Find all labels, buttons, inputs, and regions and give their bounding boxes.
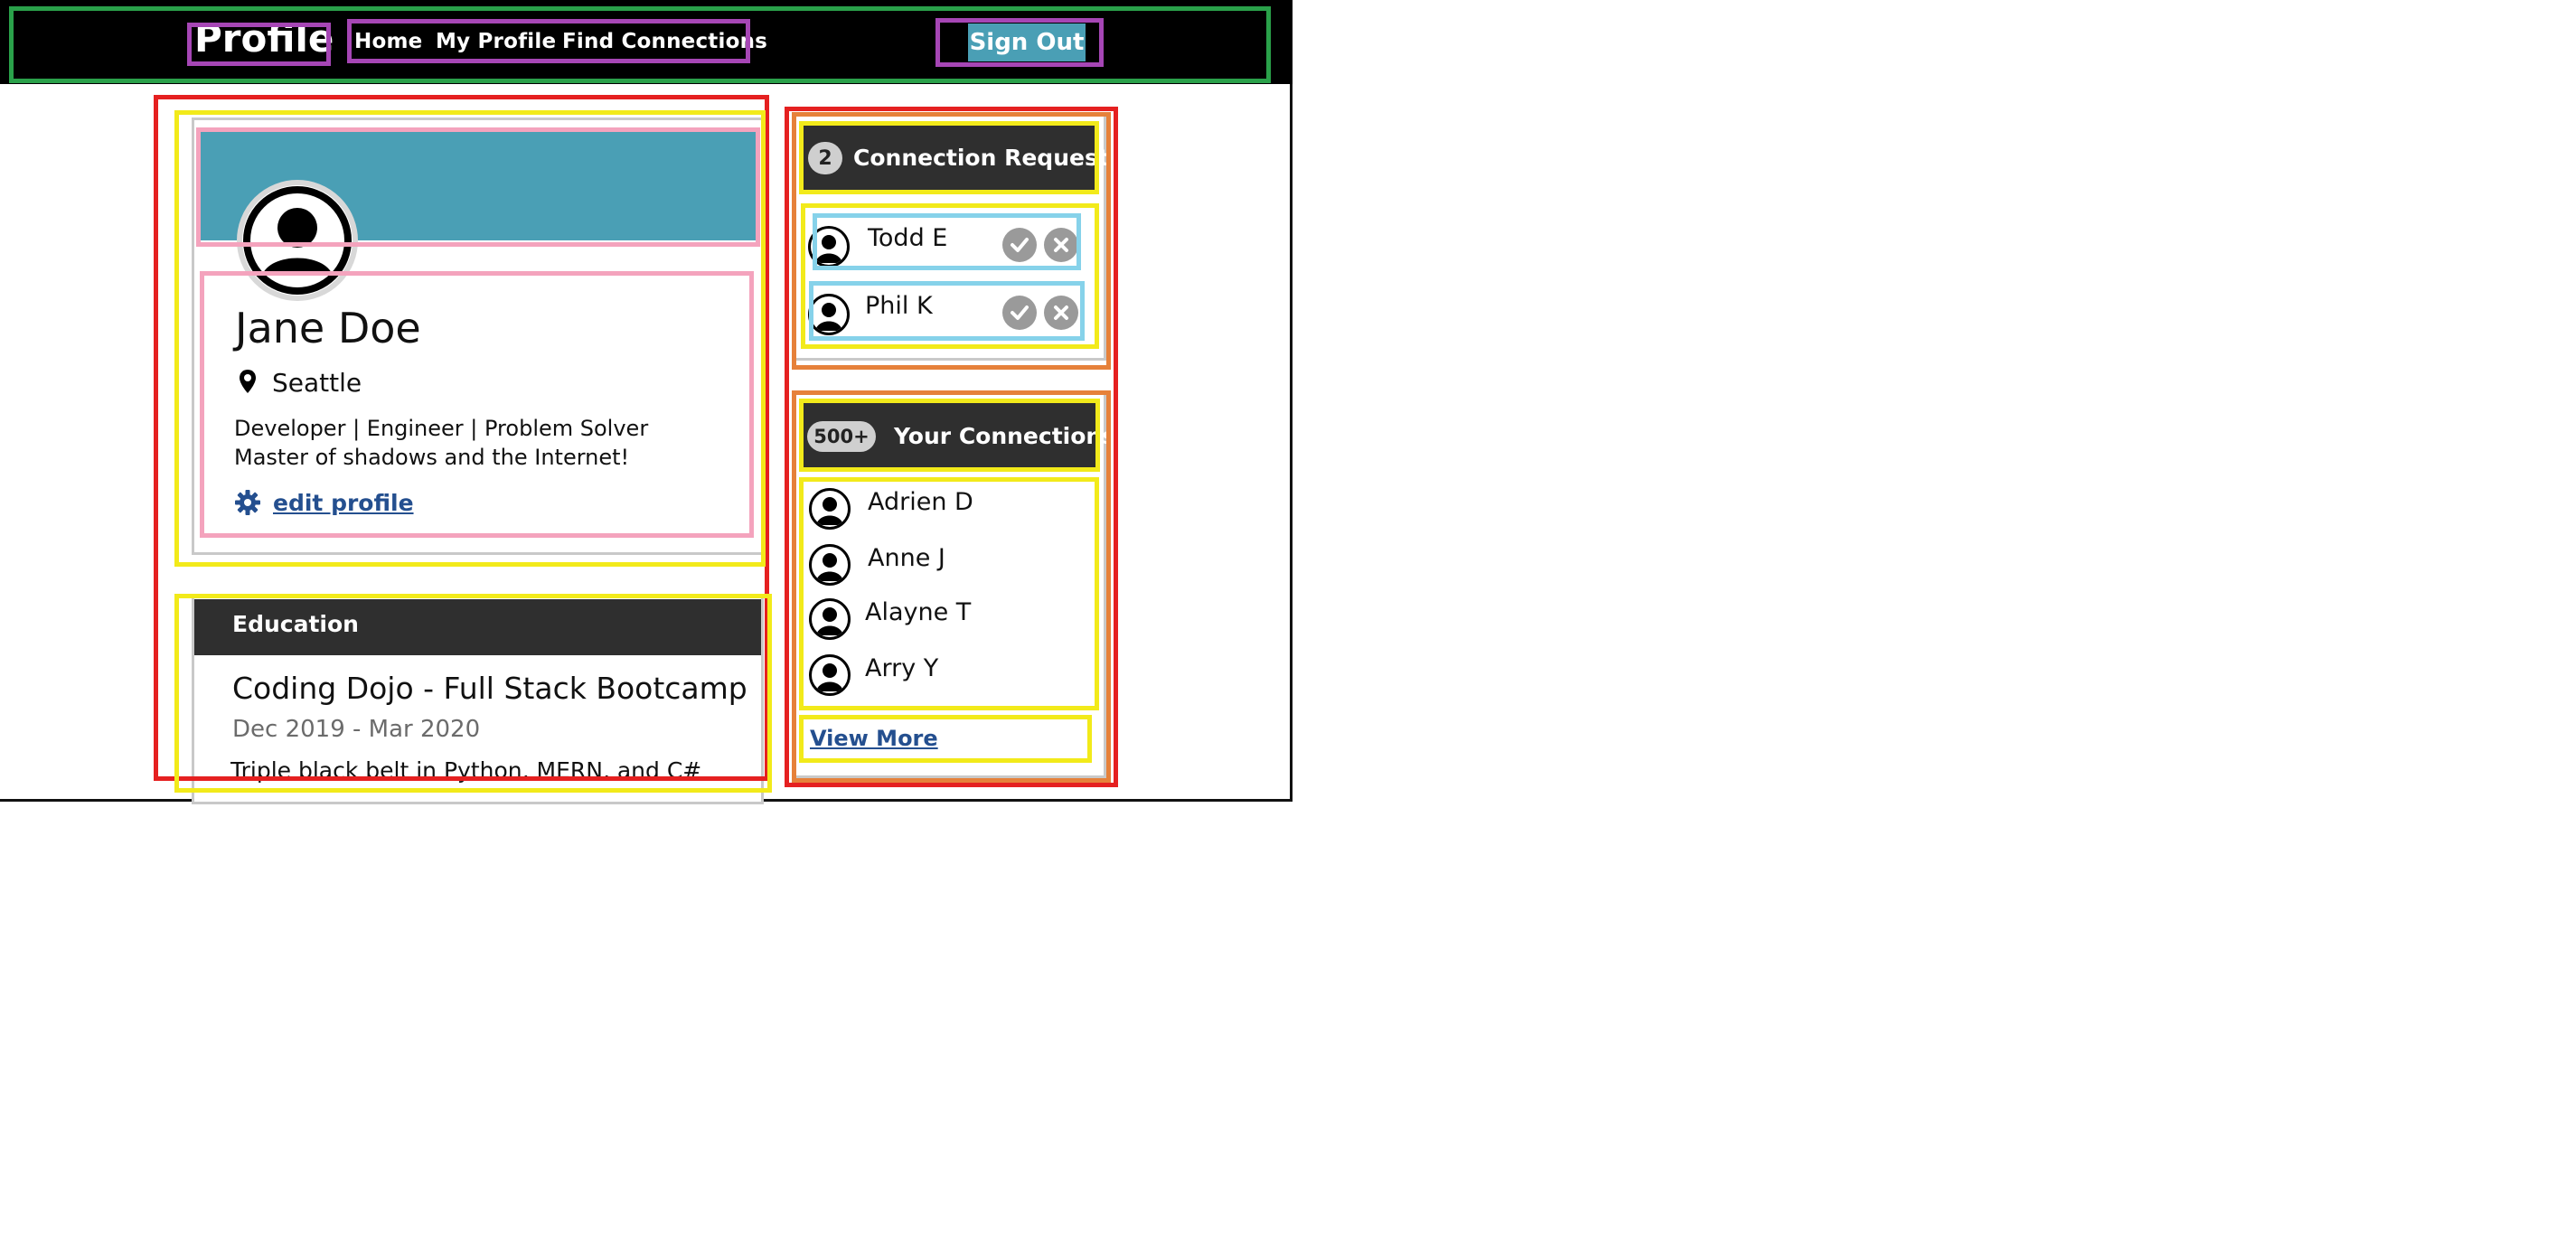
- profile-bio-line-2: Master of shadows and the Internet!: [234, 445, 630, 470]
- request-name: Todd E: [868, 224, 948, 252]
- connection-list-item[interactable]: Anne J: [809, 540, 1089, 594]
- connections-count-badge: 500+: [807, 421, 876, 452]
- profile-location: Seattle: [272, 368, 362, 398]
- connection-list-item[interactable]: Alayne T: [809, 594, 1089, 648]
- education-heading: Education: [232, 611, 359, 637]
- view-more-link[interactable]: View More: [810, 726, 938, 751]
- request-row: Phil K: [808, 287, 1081, 342]
- connection-name: Anne J: [868, 544, 945, 572]
- education-description: Triple black belt in Python, MERN, and C…: [230, 757, 702, 784]
- nav-home[interactable]: Home: [354, 30, 422, 53]
- request-name: Phil K: [865, 292, 933, 320]
- connection-requests-header: 2 Connection Requests: [799, 124, 1123, 192]
- wireframe-canvas: Profile Home My Profile Find Connections…: [0, 0, 1293, 802]
- education-dates: Dec 2019 - Mar 2020: [232, 716, 481, 743]
- decline-request-close-icon[interactable]: [1044, 228, 1078, 262]
- requests-heading: Connection Requests: [853, 145, 1123, 171]
- accept-request-check-icon[interactable]: [1002, 296, 1037, 330]
- location-pin-icon: [239, 369, 257, 398]
- user-icon: [809, 654, 851, 696]
- nav-find-connections[interactable]: Find Connections: [562, 30, 767, 53]
- profile-name: Jane Doe: [235, 304, 421, 352]
- connection-name: Arry Y: [865, 654, 939, 682]
- user-icon: [809, 544, 851, 586]
- profile-bio-line-1: Developer | Engineer | Problem Solver: [234, 416, 649, 441]
- user-icon: [243, 186, 352, 295]
- profile-avatar: [237, 180, 358, 301]
- edit-profile-link[interactable]: edit profile: [273, 490, 414, 516]
- connection-list-item[interactable]: Adrien D: [809, 484, 1089, 538]
- gear-icon[interactable]: [234, 489, 261, 520]
- nav-my-profile[interactable]: My Profile: [436, 30, 556, 53]
- request-row: Todd E: [808, 220, 1081, 274]
- user-icon: [809, 598, 851, 640]
- education-header: Education: [194, 599, 761, 655]
- connection-name: Adrien D: [868, 488, 973, 516]
- brand-title: Profile: [194, 16, 334, 61]
- education-school: Coding Dojo - Full Stack Bootcamp: [232, 671, 747, 706]
- user-icon: [809, 488, 851, 530]
- connection-name: Alayne T: [865, 598, 972, 626]
- requests-count-badge: 2: [808, 142, 842, 174]
- user-icon: [808, 226, 850, 268]
- sign-out-button[interactable]: Sign Out: [968, 23, 1086, 61]
- connection-list-item[interactable]: Arry Y: [809, 650, 1089, 704]
- user-icon: [808, 294, 850, 335]
- decline-request-close-icon[interactable]: [1044, 296, 1078, 330]
- connections-heading: Your Connections: [894, 423, 1116, 449]
- accept-request-check-icon[interactable]: [1002, 228, 1037, 262]
- connections-header: 500+ Your Connections: [799, 401, 1115, 471]
